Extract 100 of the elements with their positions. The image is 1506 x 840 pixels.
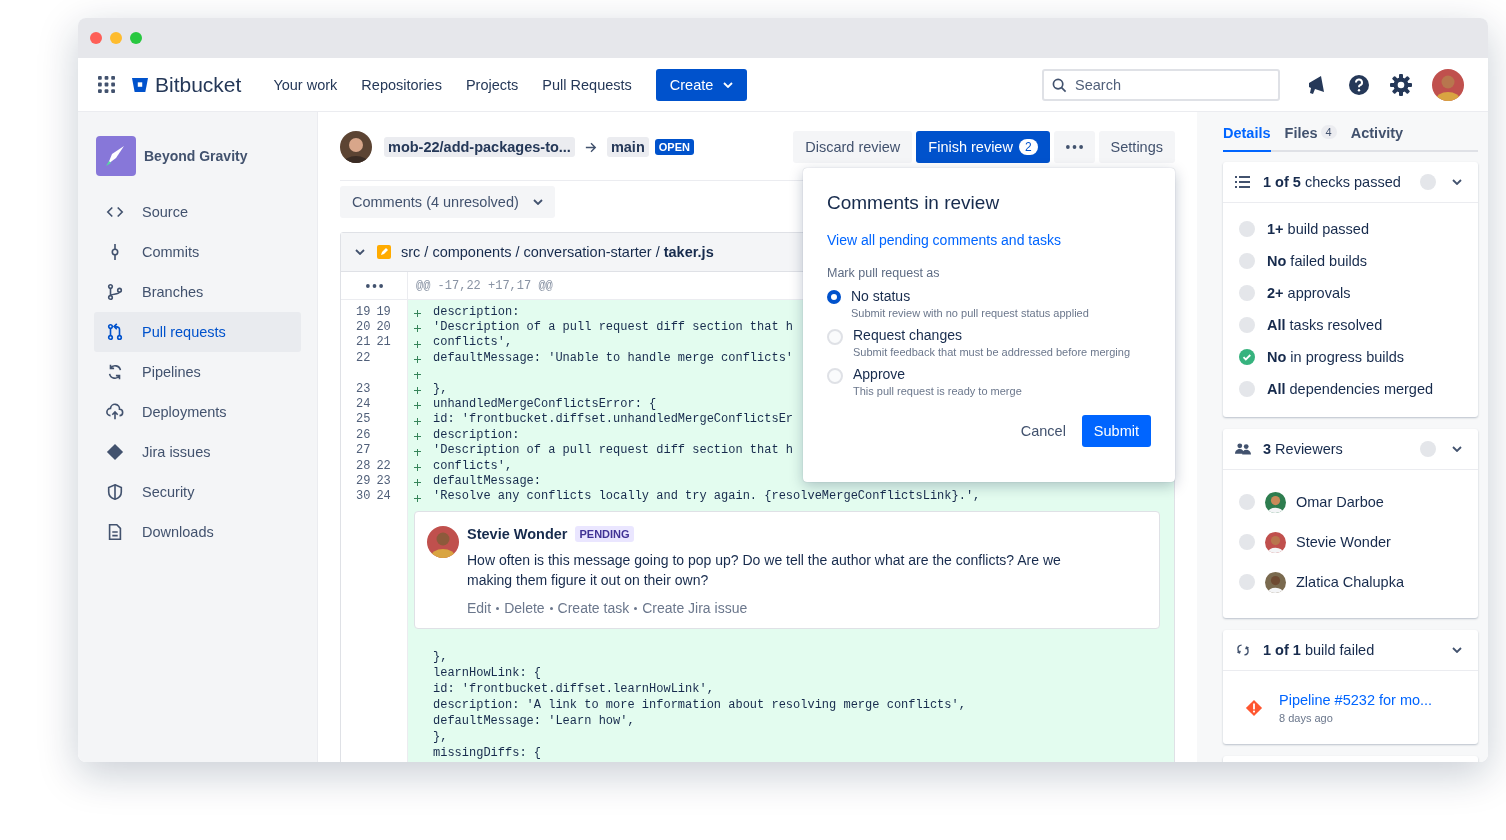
line-number: 23 bbox=[376, 474, 391, 488]
target-branch[interactable]: main bbox=[606, 137, 649, 157]
more-icon bbox=[1065, 145, 1083, 149]
check-label: All dependencies merged bbox=[1267, 381, 1434, 397]
chevron-icon[interactable] bbox=[1452, 446, 1462, 452]
reviewer-name[interactable]: Omar Darboe bbox=[1296, 494, 1384, 510]
help-icon[interactable] bbox=[1347, 72, 1371, 97]
nav-icon bbox=[106, 283, 124, 301]
nav-icon bbox=[106, 363, 124, 381]
product-logo[interactable]: Bitbucket bbox=[155, 72, 242, 97]
chevron-icon[interactable] bbox=[1452, 179, 1462, 185]
source-branch[interactable]: mob-22/add-packages-to... bbox=[384, 137, 575, 157]
option-description: Submit feedback that must be addressed before merging bbox=[853, 346, 1130, 358]
tab[interactable]: Files 4 bbox=[1284, 122, 1337, 152]
comment-action-link[interactable]: Delete bbox=[504, 600, 545, 617]
chevron-icon[interactable] bbox=[355, 249, 365, 255]
card-title[interactable]: 3 Reviewers bbox=[1263, 441, 1420, 457]
line-number: 21 bbox=[376, 335, 391, 350]
settings-button[interactable]: Settings bbox=[1098, 131, 1175, 163]
code-line: description: bbox=[433, 427, 520, 442]
check-label: No failed builds bbox=[1267, 253, 1367, 269]
code-line: defaultMessage: 'Unable to handle merge conflicts' bbox=[433, 350, 794, 365]
sidebar-item[interactable]: Pipelines bbox=[94, 352, 301, 392]
comment-author[interactable]: Stevie Wonder bbox=[467, 526, 568, 543]
arrow-icon bbox=[584, 141, 597, 153]
reviewer-avatar bbox=[1265, 571, 1286, 593]
bucket-logo-icon bbox=[131, 76, 149, 93]
sidebar-item[interactable]: Security bbox=[94, 472, 301, 512]
project-name[interactable]: Beyond Gravity bbox=[144, 148, 248, 164]
code-line: conflicts', bbox=[433, 458, 513, 473]
line-number: 26 bbox=[356, 427, 371, 442]
tab[interactable]: Activity bbox=[1350, 122, 1404, 152]
comments-filter-dropdown[interactable]: Comments (4 unresolved) bbox=[340, 186, 555, 218]
sidebar-item[interactable]: Pull requests bbox=[94, 312, 301, 352]
radio-button[interactable] bbox=[827, 290, 841, 304]
code-line: unhandledMergeConflictsError: { bbox=[433, 397, 657, 412]
line-number: 20 bbox=[376, 320, 391, 335]
line-number: 22 bbox=[376, 458, 391, 473]
reviewer-name[interactable]: Stevie Wonder bbox=[1296, 534, 1391, 550]
reviewer-name[interactable]: Zlatica Chalupka bbox=[1296, 574, 1404, 590]
sidebar-item[interactable]: Source bbox=[94, 192, 301, 232]
option-description: This pull request is ready to merge bbox=[853, 385, 1022, 397]
option-description: Submit review with no pull request status applied bbox=[851, 307, 1089, 319]
file-path[interactable]: src / components / conversation-starter / taker.js bbox=[401, 244, 714, 260]
comment-action-link[interactable]: Create Jira issue bbox=[642, 600, 748, 617]
code-line: learnHowLink: { bbox=[433, 666, 542, 681]
code-line: }, bbox=[433, 730, 448, 745]
nav-icon bbox=[106, 323, 124, 341]
option-label[interactable]: Approve bbox=[853, 366, 1022, 382]
nav-link[interactable]: Repositories bbox=[361, 76, 442, 93]
code-line: description: 'A link to more information about resolving merge conflicts', bbox=[433, 698, 966, 713]
search-icon bbox=[1052, 77, 1067, 93]
nav-link[interactable]: Projects bbox=[465, 76, 519, 93]
comment-action-link[interactable]: Create task bbox=[557, 600, 630, 617]
comment-action-link[interactable]: Edit bbox=[467, 600, 492, 617]
nav-icon bbox=[106, 483, 124, 501]
search-field[interactable]: Search bbox=[1042, 68, 1280, 101]
chevron-icon[interactable] bbox=[1452, 647, 1462, 653]
status-lozenge: OPEN bbox=[654, 139, 694, 155]
sidebar-item[interactable]: Branches bbox=[94, 272, 301, 312]
card-title[interactable]: 1 of 1 build failed bbox=[1263, 642, 1420, 658]
sidebar-item[interactable]: Deployments bbox=[94, 392, 301, 432]
line-number: 22 bbox=[356, 350, 371, 365]
submit-button[interactable]: Submit bbox=[1081, 415, 1151, 447]
pending-comments-link[interactable]: View all pending comments and tasks bbox=[827, 232, 1151, 248]
line-number: 24 bbox=[376, 489, 391, 504]
line-number: 25 bbox=[356, 412, 371, 427]
commenter-avatar bbox=[427, 526, 459, 559]
code-line: 'Description of a pull request diff section that h bbox=[433, 443, 794, 458]
sidebar-item[interactable]: Commits bbox=[94, 232, 301, 272]
reviewer-avatar bbox=[1265, 531, 1286, 553]
line-number: 19 bbox=[376, 304, 391, 319]
expand-icon[interactable] bbox=[365, 283, 383, 288]
create-button[interactable]: Create bbox=[655, 68, 748, 101]
tab[interactable]: Details bbox=[1223, 122, 1271, 152]
cancel-button[interactable]: Cancel bbox=[1010, 415, 1076, 447]
code-line: defaultMessage: bbox=[433, 474, 542, 488]
nav-link[interactable]: Pull Requests bbox=[542, 76, 632, 93]
people-icon bbox=[1235, 442, 1251, 456]
code-line: conflicts', bbox=[433, 335, 513, 350]
discard-review-button[interactable]: Discard review bbox=[793, 131, 913, 163]
card-title[interactable]: 1 of 5 checks passed bbox=[1263, 174, 1420, 190]
sidebar-item[interactable]: Jira issues bbox=[94, 432, 301, 472]
rocket-icon[interactable] bbox=[96, 136, 136, 176]
option-label[interactable]: No status bbox=[851, 288, 1089, 304]
finish-review-button[interactable]: Finish review 2 bbox=[916, 131, 1050, 163]
sidebar-item[interactable]: Downloads bbox=[94, 512, 301, 552]
refresh-icon bbox=[1235, 643, 1251, 657]
option-label[interactable]: Request changes bbox=[853, 327, 1130, 343]
code-line: missingDiffs: { bbox=[433, 746, 542, 761]
settings-icon[interactable] bbox=[1389, 72, 1413, 97]
nav-link[interactable]: Your work bbox=[273, 76, 338, 93]
app-switcher-icon[interactable] bbox=[98, 76, 115, 93]
more-button[interactable] bbox=[1053, 131, 1095, 163]
nav-icon bbox=[106, 443, 124, 461]
added-mark bbox=[414, 310, 421, 317]
reviewer-avatar bbox=[1265, 491, 1286, 513]
user-avatar[interactable] bbox=[1432, 68, 1464, 101]
list-icon bbox=[1235, 175, 1251, 189]
pipeline-link[interactable]: Pipeline #5232 for mo... bbox=[1279, 692, 1433, 708]
